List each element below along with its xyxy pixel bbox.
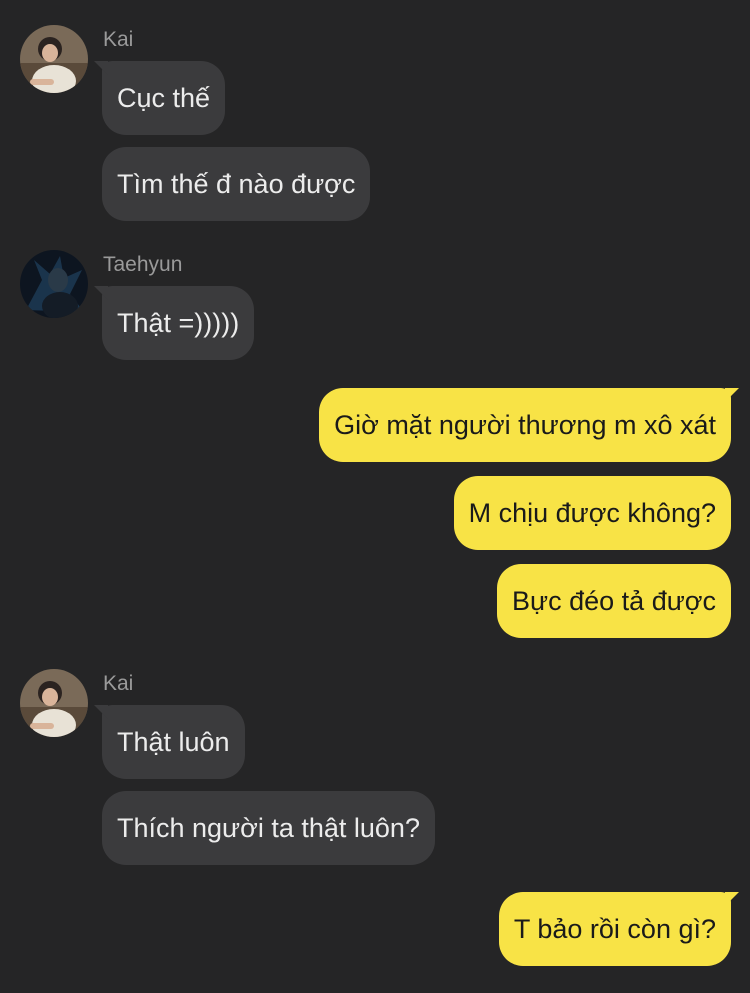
message-bubble-outgoing[interactable]: Bực đéo tả được <box>497 564 731 638</box>
taehyun-avatar-image <box>20 250 88 318</box>
sender-name-kai: Kai <box>103 672 134 695</box>
message-bubble-incoming[interactable]: Thật luôn <box>94 705 245 779</box>
kai-avatar[interactable] <box>20 25 88 93</box>
sender-name-taehyun: Taehyun <box>103 253 183 276</box>
kai-avatar-image <box>20 25 88 93</box>
message-bubble-outgoing[interactable]: M chịu được không? <box>453 476 731 550</box>
kai-avatar-image <box>20 669 88 737</box>
message-bubble-outgoing[interactable]: T bảo rồi còn gì? <box>498 892 740 966</box>
kai-avatar[interactable] <box>20 669 88 737</box>
message-bubble-incoming[interactable]: Tìm thế đ nào được <box>102 147 371 221</box>
taehyun-avatar[interactable] <box>20 250 88 318</box>
sender-name-kai: Kai <box>103 28 134 51</box>
message-bubble-incoming[interactable]: Cục thế <box>93 61 226 135</box>
message-bubble-incoming[interactable]: Thích người ta thật luôn? <box>102 791 435 865</box>
message-bubble-outgoing[interactable]: Giờ mặt người thương m xô xát <box>319 388 739 462</box>
message-bubble-incoming[interactable]: Thật =))))) <box>93 286 255 360</box>
